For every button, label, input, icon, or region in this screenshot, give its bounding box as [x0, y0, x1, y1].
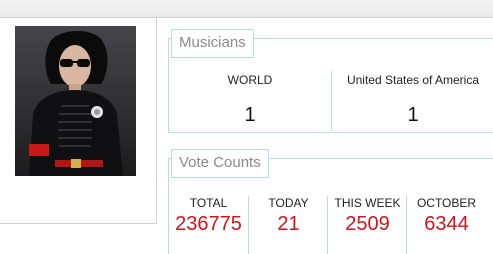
vote-counts-panel: Vote Counts TOTAL 236775 TODAY 21 THIS W…: [168, 149, 493, 254]
vote-month-value: 6344: [424, 213, 469, 235]
vote-total-value: 236775: [175, 213, 242, 235]
rank-world-label: WORLD: [227, 73, 273, 87]
rank-country-label: United States of America: [346, 73, 480, 87]
vote-today-value: 21: [277, 213, 300, 235]
vote-total-label: TOTAL: [189, 196, 228, 210]
vote-total: TOTAL 236775: [169, 196, 248, 254]
vote-this-week-label: THIS WEEK: [334, 196, 401, 210]
vote-this-week-value: 2509: [345, 213, 390, 235]
vote-month: OCTOBER 6344: [406, 196, 486, 254]
musicians-panel: Musicians WORLD 1 United States of Ameri…: [168, 29, 493, 133]
rank-country-value: 1: [407, 104, 419, 126]
vote-today-label: TODAY: [268, 196, 309, 210]
rank-world: WORLD 1: [169, 73, 331, 125]
vote-counts-panel-title: Vote Counts: [171, 149, 269, 178]
musicians-panel-title: Musicians: [171, 29, 254, 58]
profile-photo[interactable]: [15, 26, 136, 176]
profile-card: [0, 17, 157, 224]
top-bar: [0, 0, 493, 18]
profile-photo-image: [15, 26, 136, 176]
rank-world-value: 1: [244, 104, 256, 126]
rank-country: United States of America 1: [331, 71, 493, 131]
vote-month-label: OCTOBER: [416, 196, 477, 210]
vote-today: TODAY 21: [248, 196, 328, 254]
vote-this-week: THIS WEEK 2509: [327, 196, 407, 254]
